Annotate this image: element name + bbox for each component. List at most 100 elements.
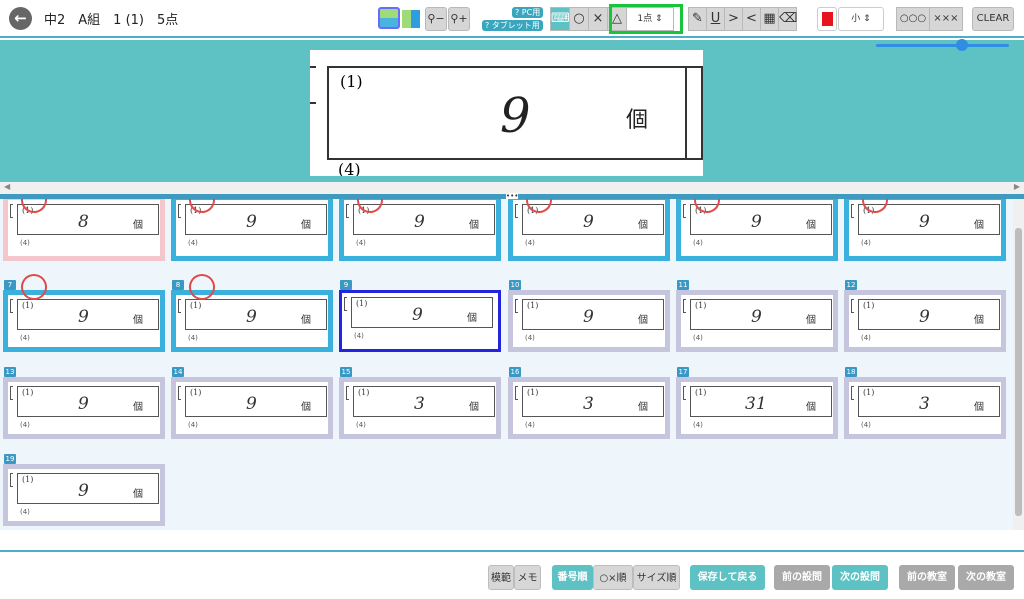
preview-question-label: (1)	[340, 72, 363, 91]
cell-bracket	[10, 386, 13, 400]
answer-cell[interactable]: (1) 9 個 (4)	[171, 377, 333, 439]
answer-grid: (1) 8 個 (4) (1) 9 個 (4) (1) 9 個 (4) (1) 9 個 (4) (1) 9 個 (4)…	[0, 199, 1013, 530]
answer-cell[interactable]: (1) 9 個 (4)	[3, 377, 165, 439]
answer-cell[interactable]: (1) 3 個 (4)	[339, 377, 501, 439]
color-swatch[interactable]	[817, 7, 837, 31]
cell-answer: 9	[246, 394, 257, 414]
answer-cell[interactable]: (1) 31 個 (4)	[676, 377, 838, 439]
clear-button[interactable]: CLEAR	[972, 7, 1014, 31]
cell-answer: 8	[78, 212, 89, 232]
cell-question-label: (1)	[22, 475, 34, 484]
cell-answer: 9	[78, 481, 89, 501]
save-return-button[interactable]: 保存して戻る	[690, 565, 765, 590]
all-cross-button[interactable]: ×××	[929, 7, 963, 31]
cell-question-label: (1)	[22, 388, 34, 397]
cell-answer: 9	[414, 212, 425, 232]
cell-bracket	[344, 297, 347, 311]
sort-number-button[interactable]: 番号順	[552, 565, 593, 590]
cell-unit: 個	[301, 402, 311, 413]
cell-bracket	[346, 386, 349, 400]
underline-icon[interactable]: U	[706, 7, 725, 31]
all-circle-button[interactable]: ○○○	[896, 7, 930, 31]
zoom-slider-thumb[interactable]	[956, 39, 968, 51]
answer-cell[interactable]: (1) 3 個 (4)	[508, 377, 670, 439]
preview-divider	[685, 66, 687, 160]
sort-size-button[interactable]: サイズ順	[633, 565, 680, 590]
cell-bracket	[851, 204, 854, 218]
cell-bracket	[515, 204, 518, 218]
answer-cell[interactable]: (1) 9 個 (4)	[339, 290, 501, 352]
cell-number-badge: 11	[677, 280, 689, 290]
zoom-slider-track[interactable]	[876, 44, 1009, 47]
cell-question-label: (1)	[190, 301, 202, 310]
pen-size-select[interactable]: 小 ⇕	[838, 7, 884, 31]
next-class-button[interactable]: 次の教室	[958, 565, 1014, 590]
keyboard-icon[interactable]: ⌨	[550, 7, 570, 31]
cell-unit: 個	[469, 220, 479, 231]
scroll-left-icon[interactable]: ◀	[4, 182, 10, 191]
cell-number-badge: 7	[4, 280, 16, 290]
cell-bracket	[851, 386, 854, 400]
cell-number-badge: 18	[845, 367, 857, 377]
zoom-out-button[interactable]: ⚲−	[425, 7, 447, 31]
score-highlight-frame	[609, 4, 683, 34]
answer-cell[interactable]: (1) 3 個 (4)	[844, 377, 1006, 439]
cell-answer: 3	[583, 394, 594, 414]
sort-mark-button[interactable]: ○×順	[593, 565, 633, 590]
answer-cell[interactable]: (1) 9 個 (4)	[3, 290, 165, 352]
pc-help-button[interactable]: ? PC用	[512, 7, 544, 18]
cell-answer: 9	[751, 307, 762, 327]
scroll-right-icon[interactable]: ▶	[1014, 182, 1020, 191]
cell-bracket	[178, 204, 181, 218]
cell-unit: 個	[638, 315, 648, 326]
answer-cell[interactable]: (1) 9 個 (4)	[508, 290, 670, 352]
answer-cell[interactable]: (1) 9 個 (4)	[844, 290, 1006, 352]
cell-number-badge: 10	[509, 280, 521, 290]
zoom-in-button[interactable]: ⚲+	[448, 7, 470, 31]
cell-answer: 9	[583, 212, 594, 232]
pencil-icon[interactable]: ✎	[688, 7, 707, 31]
cell-answer: 9	[919, 212, 930, 232]
cell-answer: 9	[246, 212, 257, 232]
cell-question-label: (1)	[190, 388, 202, 397]
prev-question-button[interactable]: 前の設問	[774, 565, 830, 590]
pc-help-label: PC用	[521, 8, 541, 17]
cell-next-label: (4)	[861, 239, 871, 247]
answer-cell[interactable]: (1) 9 個 (4)	[676, 290, 838, 352]
zoom-out-icon: ⚲−	[427, 12, 445, 25]
cell-answer: 9	[78, 307, 89, 327]
cell-unit: 個	[974, 315, 984, 326]
cell-bracket	[515, 299, 518, 313]
model-answer-button[interactable]: 模範	[488, 565, 514, 590]
vertical-layout-icon[interactable]	[402, 10, 420, 28]
cell-next-label: (4)	[356, 421, 366, 429]
back-arrow-icon[interactable]: ←	[9, 7, 32, 30]
cell-unit: 個	[467, 313, 477, 324]
cell-question-label: (1)	[863, 388, 875, 397]
bulk-mark-segment: ○○○ ×××	[896, 7, 963, 31]
cell-bracket	[346, 204, 349, 218]
cell-answer: 3	[414, 394, 425, 414]
chevron-left-icon[interactable]: <	[742, 7, 761, 31]
cell-next-label: (4)	[693, 421, 703, 429]
memo-button[interactable]: メモ	[514, 565, 541, 590]
cell-next-label: (4)	[525, 421, 535, 429]
next-question-button[interactable]: 次の設問	[832, 565, 888, 590]
eraser-icon[interactable]: ⌫	[778, 7, 797, 31]
answer-cell[interactable]: (1) 9 個 (4)	[171, 290, 333, 352]
cross-mark-button[interactable]: ×	[588, 7, 608, 31]
preview-next-label: (4)	[338, 160, 361, 176]
chevron-right-icon[interactable]: >	[724, 7, 743, 31]
answer-cell[interactable]: (1) 9 個 (4)	[3, 464, 165, 526]
horizontal-layout-icon[interactable]	[378, 7, 400, 29]
calculator-icon[interactable]: ▦	[760, 7, 779, 31]
tablet-help-button[interactable]: ? タブレット用	[482, 20, 543, 31]
cell-unit: 個	[974, 402, 984, 413]
grid-scroll-thumb[interactable]	[1015, 228, 1022, 516]
cell-bracket	[10, 299, 13, 313]
cell-bracket	[683, 204, 686, 218]
circle-mark-button[interactable]: ○	[569, 7, 589, 31]
cell-question-label: (1)	[863, 301, 875, 310]
prev-class-button[interactable]: 前の教室	[899, 565, 955, 590]
cell-answer: 9	[412, 305, 423, 325]
